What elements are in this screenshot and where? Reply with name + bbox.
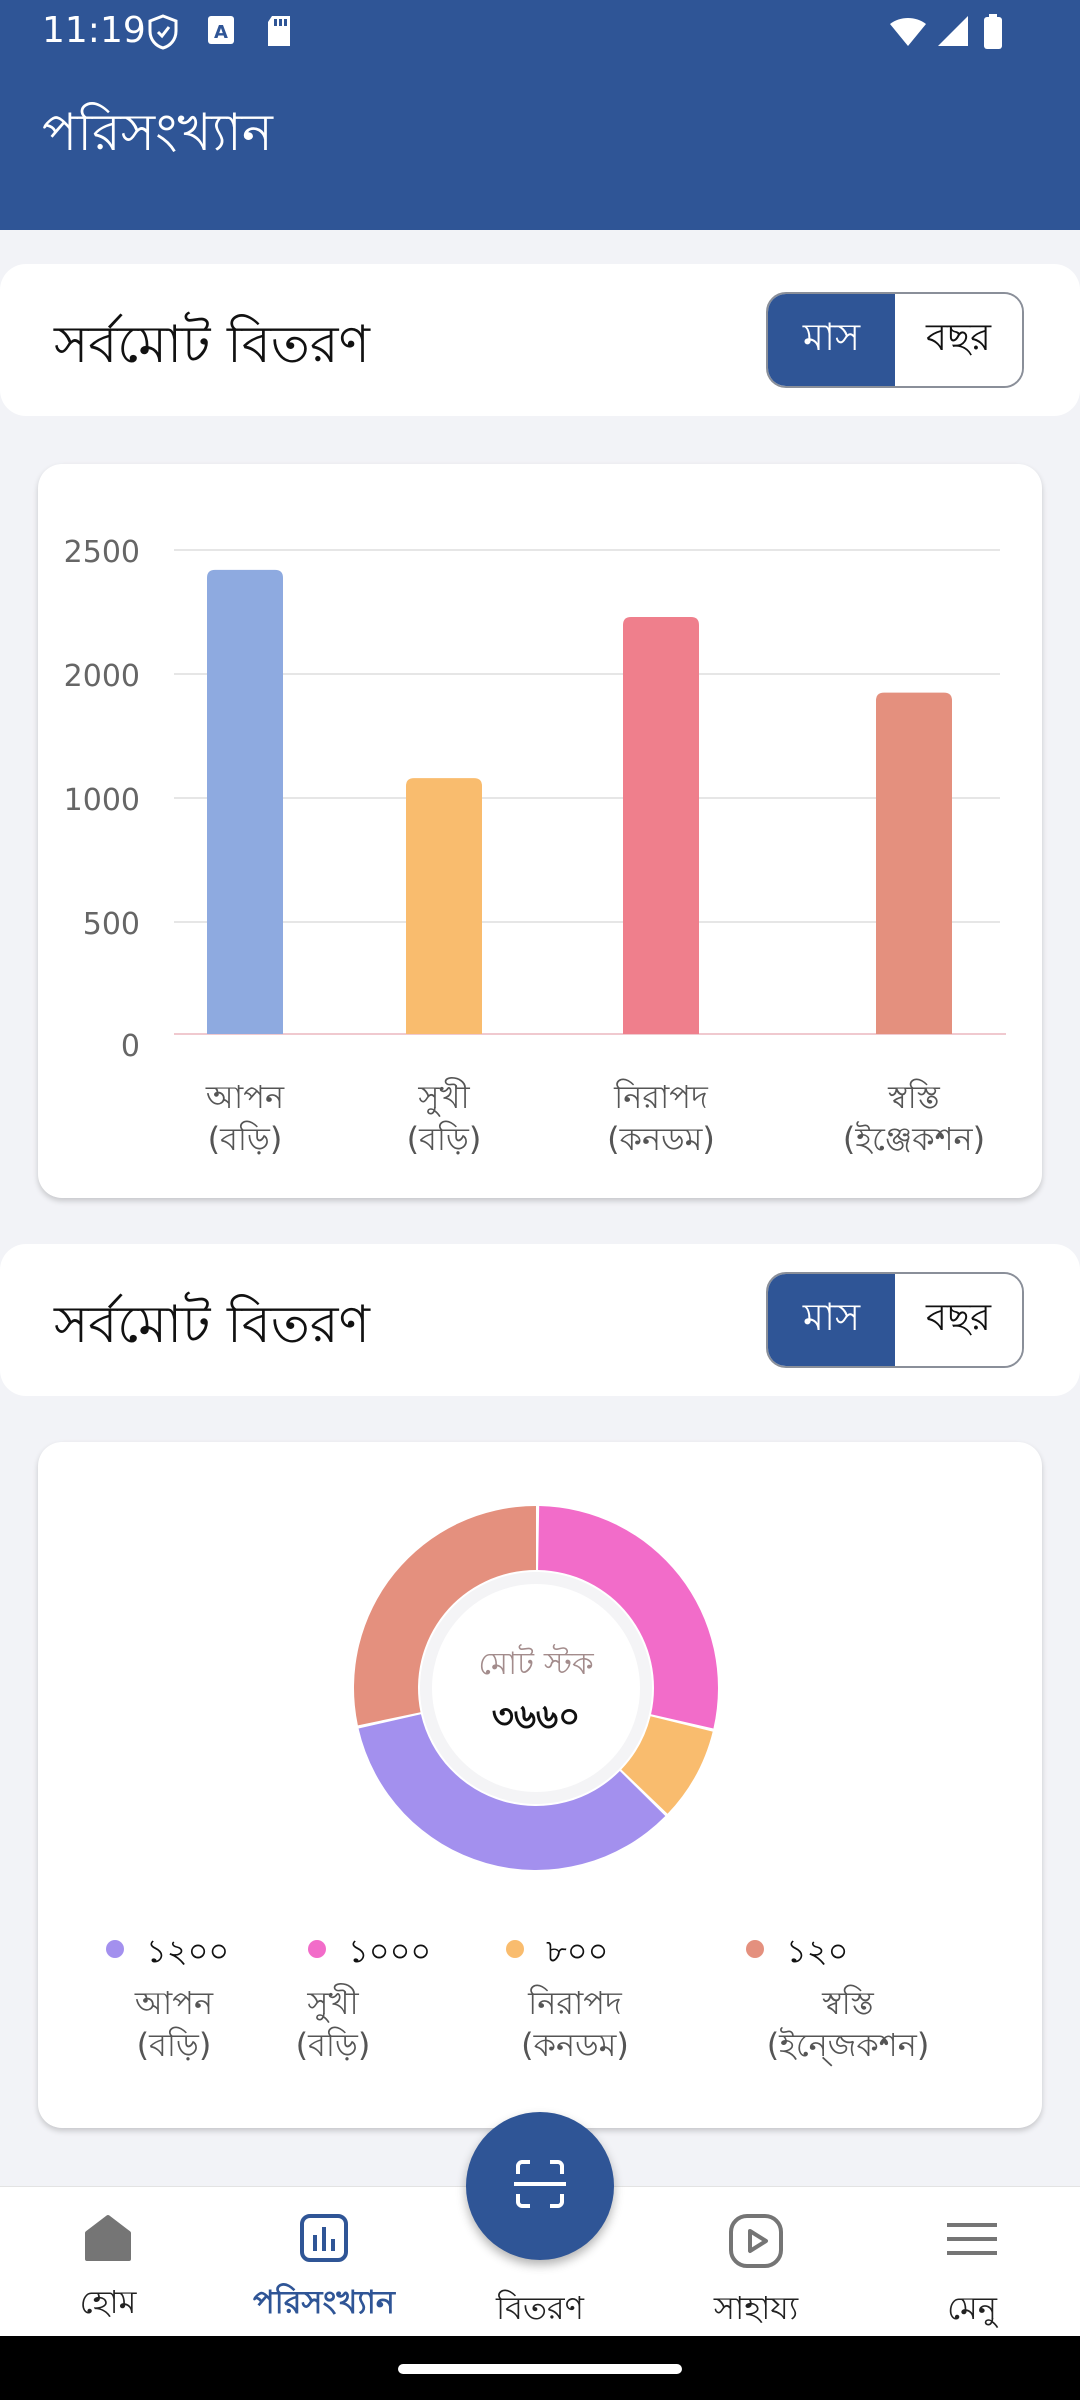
legend-label: (বড়ি): [295, 2026, 371, 2064]
legend-value: ১২০০: [146, 1932, 230, 1970]
nav-label: বিতরণ: [496, 2289, 584, 2327]
legend-dot: [308, 1940, 326, 1958]
bar[interactable]: [876, 692, 952, 1034]
donut-chart-card: মোট স্টক ৩৬৬০ ১২০০ আপন (বড়ি) ১০০০ সুখী (বড়ি)…: [38, 1442, 1042, 2128]
x-tick-label: আপন: [205, 1078, 285, 1116]
app-bar: 11:19 A পরিসংখ্যান: [0, 0, 1080, 230]
nav-menu[interactable]: মেনু: [864, 2187, 1080, 2337]
legend-dot: [746, 1940, 764, 1958]
x-tick-label: (বড়ি): [407, 1120, 482, 1158]
home-icon: [83, 2213, 133, 2265]
signal-icon: [936, 14, 970, 52]
nav-label: হোম: [79, 2283, 137, 2321]
y-tick-label: 2000: [64, 659, 140, 694]
wifi-icon: [888, 14, 928, 52]
legend-label: (ইন্জেকশন): [766, 2026, 930, 2064]
status-bar: 11:19 A: [0, 0, 1080, 62]
svg-text:A: A: [214, 22, 228, 43]
shield-icon: [146, 14, 180, 54]
x-tick-label: স্বস্তি: [887, 1078, 941, 1116]
play-icon: [728, 2213, 784, 2273]
x-tick-label: নিরাপদ: [613, 1078, 709, 1116]
text-a-icon: A: [206, 14, 236, 50]
period-toggle: মাস বছর: [766, 1272, 1024, 1368]
year-toggle-button[interactable]: বছর: [895, 294, 1022, 386]
donut-chart: মোট স্টক ৩৬৬০: [353, 1506, 718, 1870]
legend-dot: [106, 1940, 124, 1958]
bar[interactable]: [406, 778, 482, 1034]
year-toggle-button[interactable]: বছর: [895, 1274, 1022, 1366]
legend-label: (কনডম): [521, 2026, 629, 2064]
legend-value: ১২০: [786, 1932, 849, 1970]
sd-card-icon: [264, 14, 294, 52]
legend-value: ৮০০: [546, 1932, 609, 1970]
month-toggle-button[interactable]: মাস: [768, 1274, 895, 1366]
distribution-section-header: সর্বমোট বিতরণ মাস বছর: [0, 264, 1080, 416]
legend-dot: [506, 1940, 524, 1958]
x-tick-label: (ইঞ্জেকশন): [843, 1120, 985, 1158]
nav-statistics[interactable]: পরিসংখ্যান: [216, 2187, 432, 2337]
y-tick-label: 0: [121, 1029, 140, 1064]
period-toggle: মাস বছর: [766, 292, 1024, 388]
y-tick-label: 500: [83, 907, 140, 942]
scan-button[interactable]: [466, 2112, 614, 2260]
nav-label: সাহায্য: [713, 2289, 799, 2327]
x-tick-label: (কনডম): [607, 1120, 715, 1158]
y-tick-label: 1000: [64, 783, 140, 818]
menu-icon: [947, 2219, 997, 2263]
stock-section-header: সর্বমোট বিতরণ মাস বছর: [0, 1244, 1080, 1396]
page-title: পরিসংখ্যান: [42, 103, 273, 163]
nav-label: পরিসংখ্যান: [252, 2283, 396, 2321]
home-gesture-handle[interactable]: [398, 2364, 682, 2374]
battery-icon: [982, 14, 1004, 54]
section-title: সর্বমোট বিতরণ: [54, 1295, 370, 1355]
nav-home[interactable]: হোম: [0, 2187, 216, 2337]
x-tick-label: সুখী: [417, 1077, 470, 1117]
bar[interactable]: [207, 569, 283, 1034]
legend-label: (বড়ি): [136, 2026, 212, 2064]
donut-hole: [432, 1584, 640, 1792]
bar-chart-icon: [299, 2213, 349, 2267]
bar-chart-card: 0 500 1000 2000 2500 আপন (বড়ি) সুখী (বড়ি) নিরাপ…: [38, 464, 1042, 1198]
bar-chart: 0500100020002500আপন(বড়ি)সুখী(বড়ি)নিরাপ…: [64, 535, 1006, 1158]
month-toggle-button[interactable]: মাস: [768, 294, 895, 386]
nav-help[interactable]: সাহায্য: [648, 2187, 864, 2337]
donut-center-label: মোট স্টক: [478, 1644, 595, 1682]
legend-value: ১০০০: [348, 1932, 432, 1970]
y-tick-label: 2500: [64, 535, 140, 570]
nav-label: মেনু: [947, 2289, 997, 2327]
scan-icon: [510, 2154, 570, 2218]
x-tick-label: (বড়ি): [208, 1120, 283, 1158]
donut-center-value: ৩৬৬০: [492, 1697, 580, 1737]
status-time: 11:19: [42, 10, 146, 51]
section-title: সর্বমোট বিতরণ: [54, 315, 370, 375]
bar[interactable]: [623, 616, 699, 1034]
gesture-bar: [0, 2336, 1080, 2400]
